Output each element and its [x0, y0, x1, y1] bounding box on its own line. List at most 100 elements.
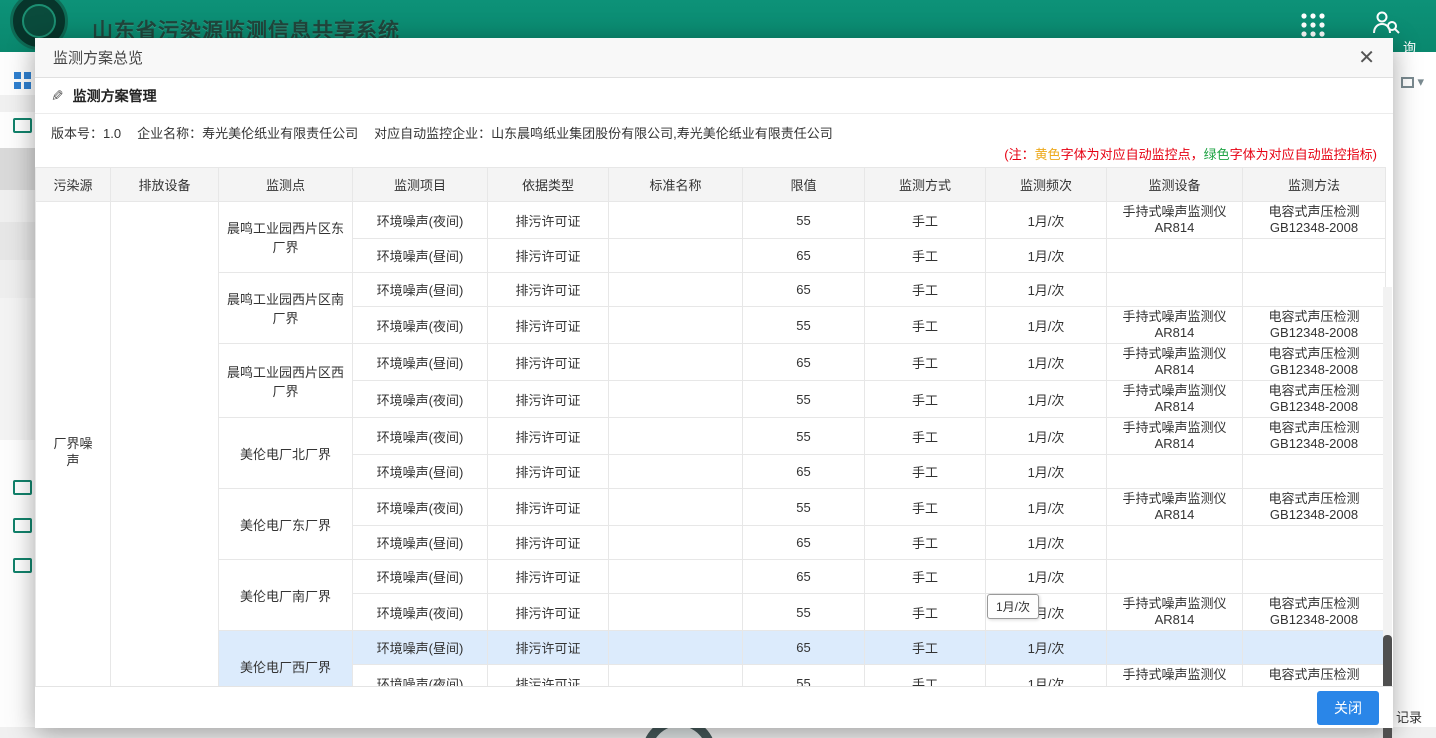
- table-row[interactable]: 厂界噪声晨鸣工业园西片区东厂界环境噪声(夜间)排污许可证55手工1月/次手持式噪…: [36, 202, 1386, 239]
- note-prefix: (注：: [1004, 147, 1034, 162]
- document-icon[interactable]: [13, 118, 32, 133]
- table-row[interactable]: 美伦电厂东厂界环境噪声(夜间)排污许可证55手工1月/次手持式噪声监测仪 AR8…: [36, 489, 1386, 526]
- table-cell: 晨鸣工业园西片区东厂界: [219, 202, 353, 273]
- sidebar-band: [0, 222, 35, 260]
- note-green: 绿色: [1204, 147, 1230, 162]
- modal-title: 监测方案总览: [53, 47, 143, 68]
- table-cell: 1月/次: [986, 418, 1107, 455]
- window-dropdown-icon[interactable]: ▾: [1401, 74, 1424, 90]
- table-cell: [609, 418, 743, 455]
- column-header: 污染源: [36, 168, 111, 202]
- modal-header: 监测方案总览 ✕: [35, 38, 1393, 78]
- close-icon[interactable]: ✕: [1358, 48, 1375, 68]
- table-row[interactable]: 美伦电厂西厂界环境噪声(昼间)排污许可证65手工1月/次: [36, 631, 1386, 665]
- table-cell: [1243, 631, 1386, 665]
- sidebar-band: [0, 190, 35, 222]
- table-cell: [609, 239, 743, 273]
- table-cell: [609, 594, 743, 631]
- table-cell: 手工: [865, 631, 986, 665]
- table-cell: 手持式噪声监测仪 AR814: [1107, 418, 1243, 455]
- document-icon[interactable]: [13, 558, 32, 573]
- table-cell: 65: [743, 273, 865, 307]
- plan-table-body: 厂界噪声晨鸣工业园西片区东厂界环境噪声(夜间)排污许可证55手工1月/次手持式噪…: [36, 202, 1386, 702]
- table-cell: 55: [743, 381, 865, 418]
- table-cell: [609, 202, 743, 239]
- table-cell: 排污许可证: [488, 381, 609, 418]
- table-cell: 排污许可证: [488, 526, 609, 560]
- table-cell: [609, 560, 743, 594]
- table-cell: 1月/次: [986, 631, 1107, 665]
- table-cell: 1月/次: [986, 344, 1107, 381]
- apps-grid-icon[interactable]: [1300, 12, 1326, 38]
- table-cell: [609, 307, 743, 344]
- table-cell: 1月/次: [986, 560, 1107, 594]
- column-header: 监测频次: [986, 168, 1107, 202]
- table-cell: [1107, 455, 1243, 489]
- table-row[interactable]: 美伦电厂北厂界环境噪声(夜间)排污许可证55手工1月/次手持式噪声监测仪 AR8…: [36, 418, 1386, 455]
- table-cell: 手工: [865, 307, 986, 344]
- dashboard-grid-icon[interactable]: [14, 72, 31, 89]
- table-cell: 手工: [865, 273, 986, 307]
- table-cell: 晨鸣工业园西片区西厂界: [219, 344, 353, 418]
- table-cell: 排污许可证: [488, 202, 609, 239]
- table-cell: 环境噪声(夜间): [353, 418, 488, 455]
- table-cell: [609, 489, 743, 526]
- column-header: 监测设备: [1107, 168, 1243, 202]
- table-cell: [1243, 455, 1386, 489]
- table-cell: 65: [743, 455, 865, 489]
- plan-table: 污染源排放设备监测点监测项目依据类型标准名称限值监测方式监测频次监测设备监测方法…: [35, 167, 1386, 702]
- table-cell: 手持式噪声监测仪 AR814: [1107, 381, 1243, 418]
- app-logo-emblem: [22, 4, 56, 38]
- table-cell: [111, 202, 219, 702]
- person-search-icon[interactable]: [1370, 8, 1400, 38]
- table-cell: 手工: [865, 239, 986, 273]
- table-cell: 排污许可证: [488, 594, 609, 631]
- column-header: 监测点: [219, 168, 353, 202]
- bottom-strip: [0, 727, 1436, 738]
- table-cell: 电容式声压检测 GB12348-2008: [1243, 489, 1386, 526]
- table-row[interactable]: 晨鸣工业园西片区西厂界环境噪声(昼间)排污许可证65手工1月/次手持式噪声监测仪…: [36, 344, 1386, 381]
- note-mid2: 字体为对应自动监控指标): [1230, 147, 1377, 162]
- table-cell: [609, 455, 743, 489]
- table-cell: 排污许可证: [488, 307, 609, 344]
- table-cell: 55: [743, 418, 865, 455]
- version-label: 版本号：1.0: [51, 123, 121, 142]
- frequency-tooltip: 1月/次: [987, 594, 1039, 619]
- table-cell: 1月/次: [986, 273, 1107, 307]
- record-label: 记录: [1396, 707, 1422, 726]
- table-cell: 电容式声压检测 GB12348-2008: [1243, 381, 1386, 418]
- table-cell: 手持式噪声监测仪 AR814: [1107, 202, 1243, 239]
- table-row[interactable]: 晨鸣工业园西片区南厂界环境噪声(昼间)排污许可证65手工1月/次: [36, 273, 1386, 307]
- column-header: 依据类型: [488, 168, 609, 202]
- section-title: 监测方案管理: [73, 86, 157, 106]
- sidebar-band: [0, 95, 35, 112]
- table-cell: [1243, 560, 1386, 594]
- table-cell: 65: [743, 239, 865, 273]
- table-cell: 手持式噪声监测仪 AR814: [1107, 307, 1243, 344]
- sidebar-band: [0, 148, 35, 190]
- query-menu-label[interactable]: 询: [1403, 37, 1416, 56]
- table-cell: 65: [743, 526, 865, 560]
- table-cell: [609, 273, 743, 307]
- table-cell: 环境噪声(昼间): [353, 239, 488, 273]
- table-cell: [609, 526, 743, 560]
- table-cell: 排污许可证: [488, 273, 609, 307]
- plan-table-wrap: 污染源排放设备监测点监测项目依据类型标准名称限值监测方式监测频次监测设备监测方法…: [35, 167, 1393, 702]
- plan-table-head-row: 污染源排放设备监测点监测项目依据类型标准名称限值监测方式监测频次监测设备监测方法: [36, 168, 1386, 202]
- column-header: 限值: [743, 168, 865, 202]
- table-cell: 手工: [865, 202, 986, 239]
- table-row[interactable]: 美伦电厂南厂界环境噪声(昼间)排污许可证65手工1月/次: [36, 560, 1386, 594]
- table-cell: 手持式噪声监测仪 AR814: [1107, 594, 1243, 631]
- document-icon[interactable]: [13, 480, 32, 495]
- table-cell: 电容式声压检测 GB12348-2008: [1243, 418, 1386, 455]
- table-cell: 手工: [865, 560, 986, 594]
- table-cell: 电容式声压检测 GB12348-2008: [1243, 594, 1386, 631]
- table-cell: 排污许可证: [488, 455, 609, 489]
- table-cell: 美伦电厂南厂界: [219, 560, 353, 631]
- table-cell: 手工: [865, 381, 986, 418]
- table-cell: 1月/次: [986, 239, 1107, 273]
- document-icon[interactable]: [13, 518, 32, 533]
- close-button[interactable]: 关闭: [1317, 691, 1379, 725]
- edit-pencil-icon: ✎: [51, 87, 64, 105]
- table-cell: 手工: [865, 489, 986, 526]
